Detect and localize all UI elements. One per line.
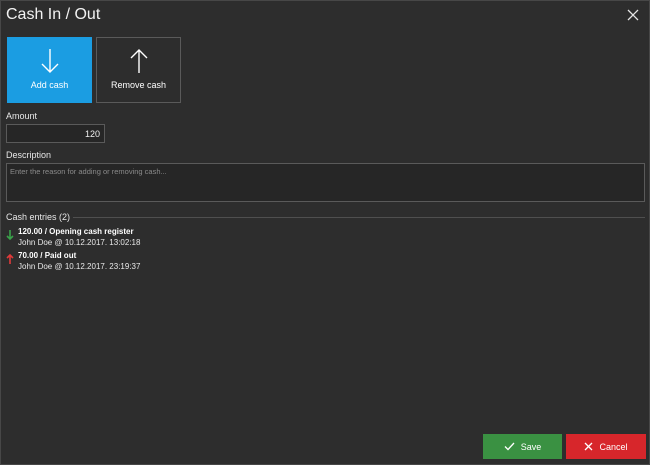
arrow-down-icon [6,230,14,240]
cancel-button[interactable]: Cancel [566,434,646,459]
description-input[interactable] [6,163,645,202]
add-cash-button[interactable]: Add cash [7,37,92,103]
arrow-down-icon [41,49,58,73]
entry-summary: 120.00 / Opening cash register [18,227,134,236]
arrow-up-icon [6,254,14,264]
remove-cash-button[interactable]: Remove cash [96,37,181,103]
amount-label: Amount [6,111,38,121]
entry-detail: John Doe @ 10.12.2017. 13:02:18 [18,238,141,247]
add-cash-label: Add cash [30,80,69,90]
entry-detail: John Doe @ 10.12.2017. 23:19:37 [18,262,141,271]
x-icon [585,442,593,451]
remove-cash-label: Remove cash [110,80,167,90]
close-icon [627,9,639,21]
check-icon [504,442,515,451]
description-label: Description [6,150,52,160]
arrow-up-icon [130,49,147,73]
section-divider [73,217,645,218]
save-label: Save [520,441,542,452]
entry-summary: 70.00 / Paid out [18,251,77,260]
dialog-title: Cash In / Out [6,6,101,23]
close-button[interactable] [623,5,643,25]
cancel-label: Cancel [599,441,628,452]
save-button[interactable]: Save [483,434,562,459]
amount-input[interactable] [6,124,105,143]
cash-in-out-dialog: Cash In / Out Add cash Remove cash Amoun… [0,0,650,465]
cash-entries-header: Cash entries (2) [6,212,71,222]
